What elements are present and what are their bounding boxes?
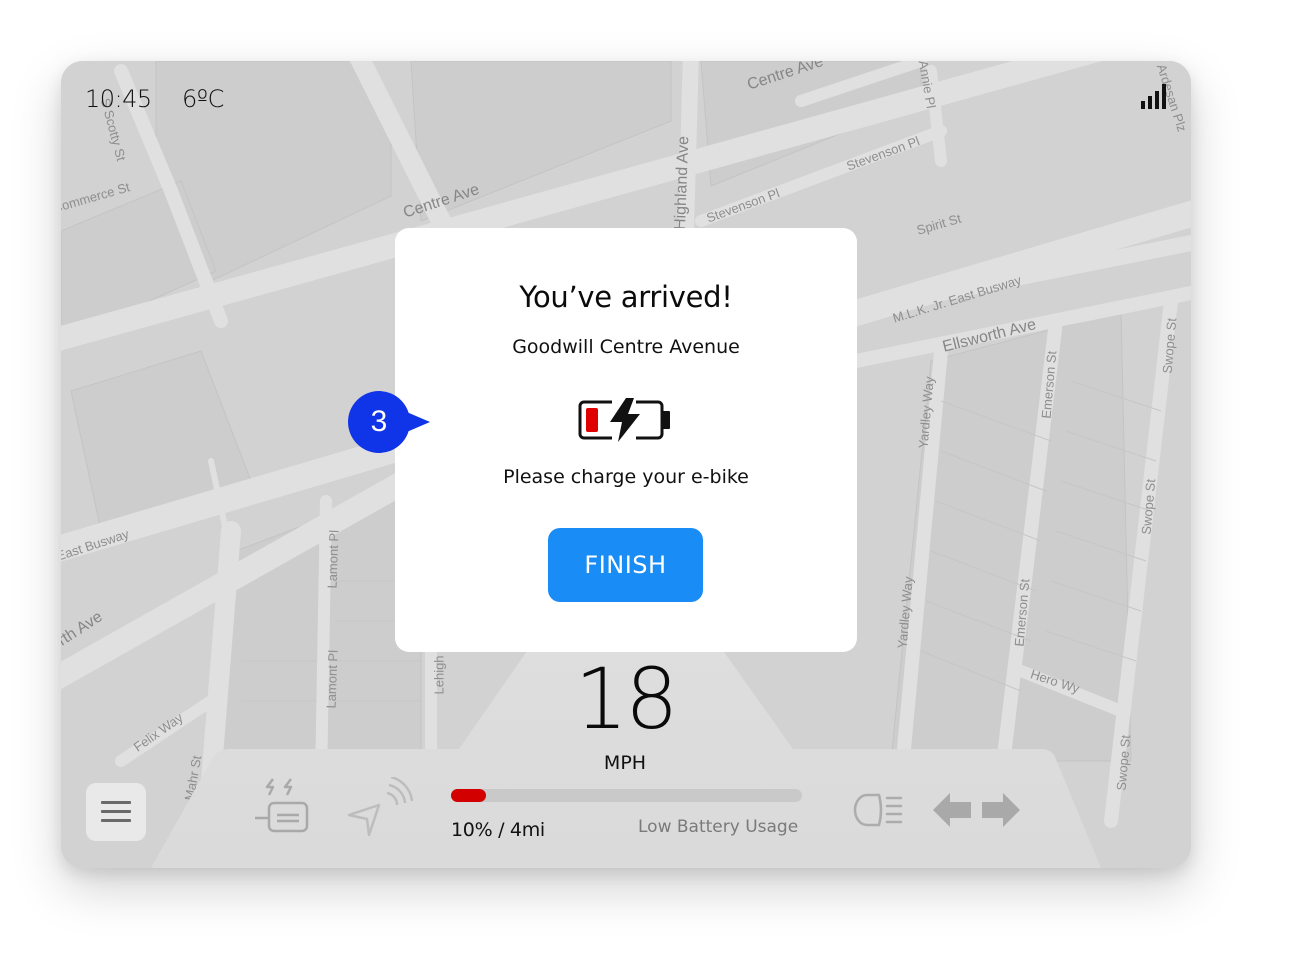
device-screen: S Scotty St Commerce St Centre Ave Centr… xyxy=(61,61,1191,868)
menu-icon xyxy=(101,801,131,804)
street-label: Lehigh xyxy=(431,655,447,695)
street-label: Highland Ave xyxy=(672,135,693,231)
turn-right-arrow-icon[interactable] xyxy=(981,792,1021,828)
navigation-signal-icon[interactable] xyxy=(347,777,413,841)
charge-message: Please charge your e-bike xyxy=(503,466,749,488)
destination-name: Goodwill Centre Avenue xyxy=(512,336,740,358)
headlight-icon[interactable] xyxy=(853,793,905,827)
low-battery-charging-icon xyxy=(578,398,670,442)
temperature: 6ºC xyxy=(182,85,224,113)
menu-icon-line xyxy=(101,819,131,822)
arrival-dialog: You’ve arrived! Goodwill Centre Avenue P… xyxy=(395,228,857,652)
step-number: 3 xyxy=(348,391,410,453)
dialog-title: You’ve arrived! xyxy=(519,280,733,314)
clock: 10:45 xyxy=(85,85,152,113)
turn-left-arrow-icon[interactable] xyxy=(933,792,973,828)
menu-button[interactable] xyxy=(86,783,146,841)
street-label: Lamont Pl xyxy=(324,529,342,589)
battery-charging-icon[interactable] xyxy=(253,775,311,837)
finish-button[interactable]: FINISH xyxy=(548,528,703,602)
street-label: Lamont Pl xyxy=(323,649,341,709)
step-badge: 3 xyxy=(348,391,434,453)
menu-icon-line xyxy=(101,810,131,813)
signal-strength-icon xyxy=(1139,83,1167,109)
